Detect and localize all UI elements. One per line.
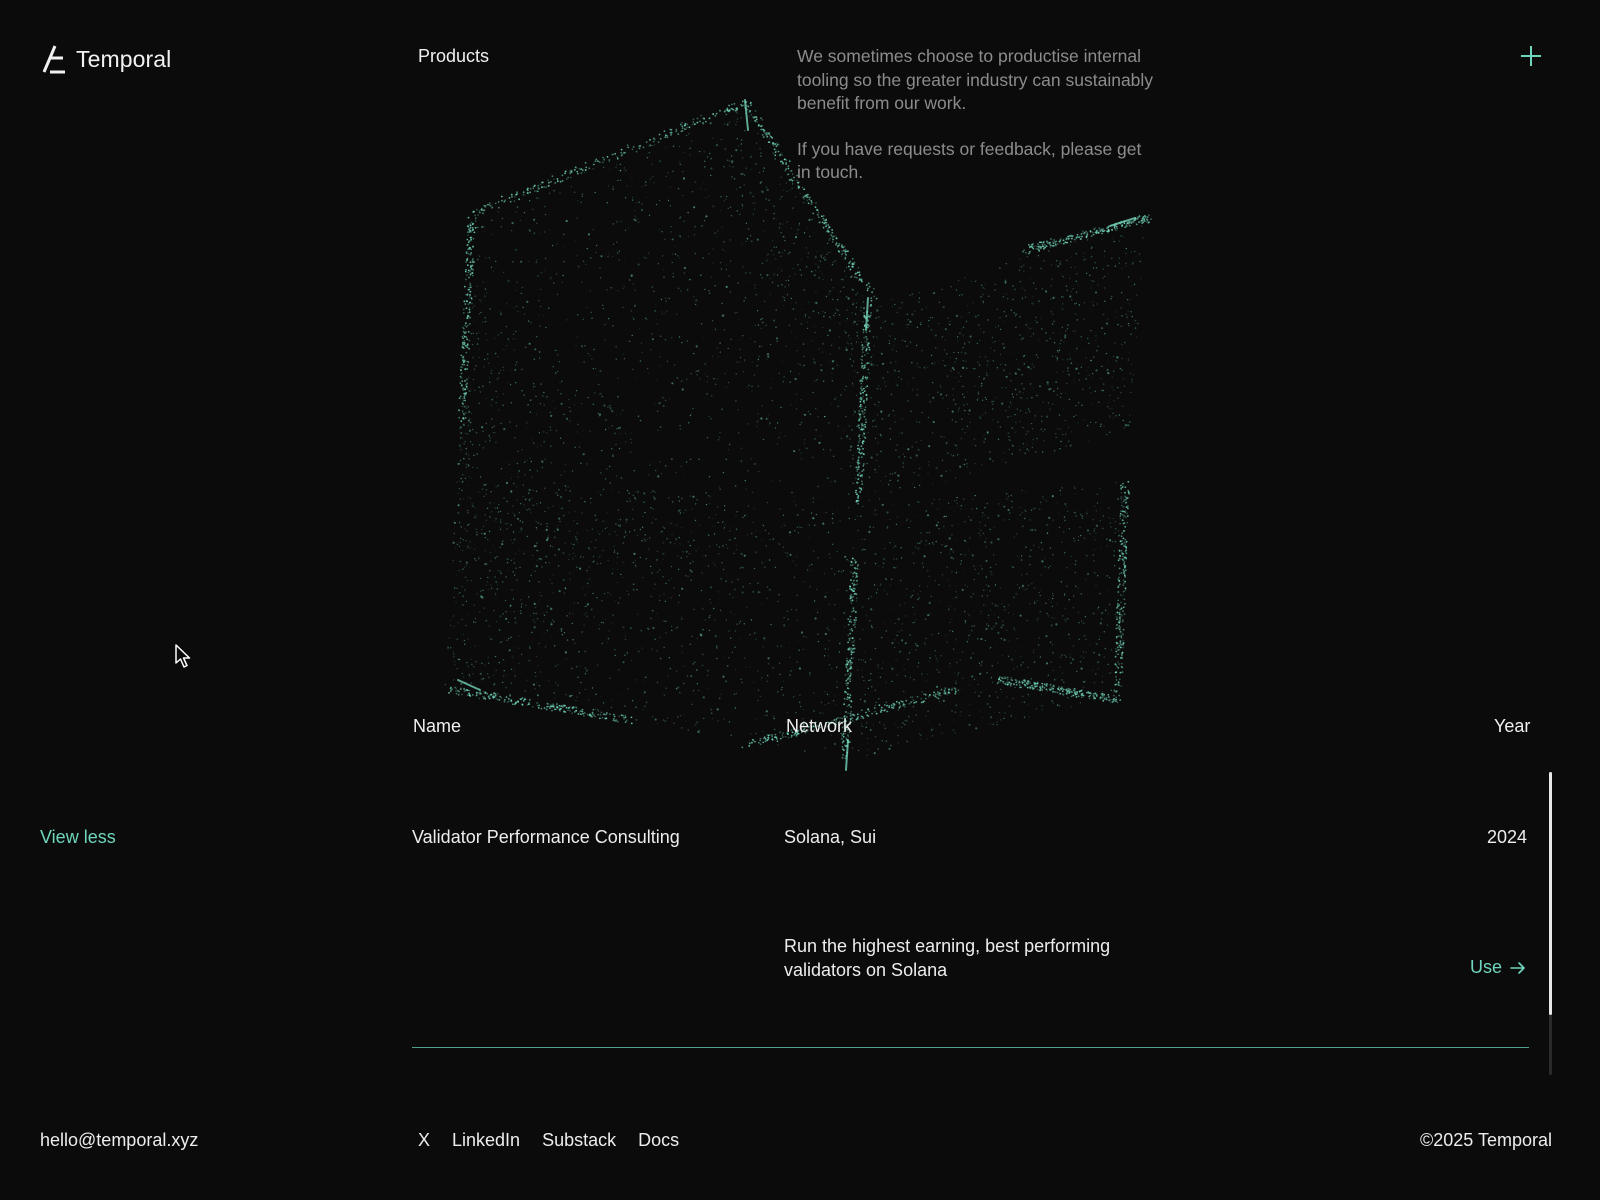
mouse-cursor-icon bbox=[175, 644, 191, 668]
page: Temporal Products We sometimes choose to… bbox=[0, 0, 1600, 1200]
view-less-button[interactable]: View less bbox=[40, 827, 116, 848]
row-name[interactable]: Validator Performance Consulting bbox=[412, 827, 680, 848]
temporal-logo-icon bbox=[42, 45, 65, 74]
column-header-network: Network bbox=[786, 716, 853, 736]
footer-email-link[interactable]: hello@temporal.xyz bbox=[40, 1130, 198, 1151]
footer-link-linkedin[interactable]: LinkedIn bbox=[452, 1130, 520, 1151]
row-description: Run the highest earning, best performing… bbox=[784, 936, 1111, 980]
footer-link-substack[interactable]: Substack bbox=[542, 1130, 616, 1151]
footer-social-links: X LinkedIn Substack Docs bbox=[418, 1130, 679, 1151]
column-header-year: Year bbox=[1494, 716, 1531, 736]
footer-copyright: ©2025 Temporal bbox=[1419, 1130, 1552, 1150]
intro-paragraph-2: If you have requests or feedback, please… bbox=[797, 138, 1142, 183]
scrollbar-thumb[interactable] bbox=[1549, 772, 1552, 1015]
nav-products-link[interactable]: Products bbox=[418, 46, 489, 67]
intro-text: We sometimes choose to productise intern… bbox=[797, 45, 1157, 185]
row-network: Solana, Sui bbox=[784, 827, 877, 847]
arrow-right-icon bbox=[1510, 961, 1525, 974]
row-year: 2024 bbox=[1487, 827, 1528, 847]
column-header-name: Name bbox=[413, 716, 462, 736]
intro-paragraph-1: We sometimes choose to productise intern… bbox=[797, 46, 1154, 113]
footer-link-docs[interactable]: Docs bbox=[638, 1130, 679, 1151]
brand-name: Temporal bbox=[76, 45, 172, 72]
plus-icon[interactable] bbox=[1518, 43, 1544, 69]
row-divider bbox=[412, 1047, 1529, 1048]
footer-link-x[interactable]: X bbox=[418, 1130, 430, 1151]
brand-logo[interactable]: Temporal bbox=[41, 44, 171, 74]
use-button-label: Use bbox=[1470, 957, 1503, 977]
use-button[interactable]: Use bbox=[1470, 957, 1526, 978]
